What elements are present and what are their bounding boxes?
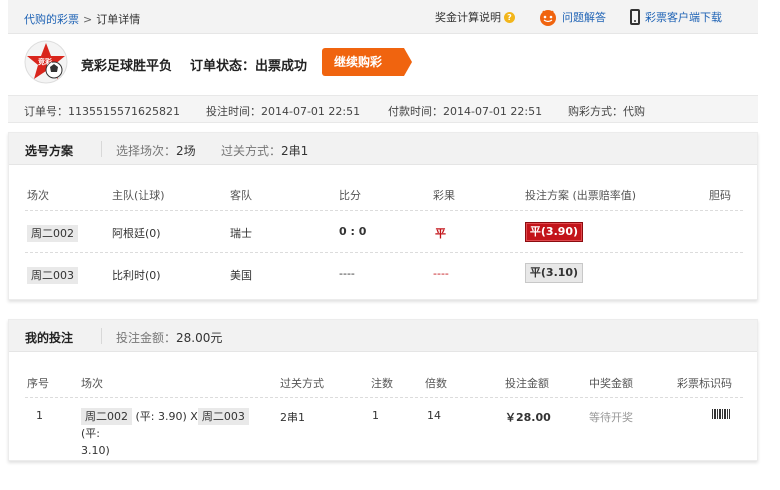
col-multiple: 倍数 (425, 377, 447, 390)
match-id: 周二002 (27, 225, 78, 242)
home-team: 阿根廷(0) (112, 227, 161, 240)
table-row-2: 周二003 (27, 267, 78, 284)
match-odds: 3.10) (81, 444, 110, 457)
bet-amount-value: 28.00元 (176, 331, 223, 345)
bet-match-combo: 周二002 (平: 3.90) X 周二003 (平: 3.10) (81, 408, 271, 459)
my-bet-panel: 我的投注 投注金额：28.00元 序号 场次 过关方式 注数 倍数 投注金额 中… (8, 319, 758, 461)
score: 0 : 0 (339, 225, 367, 238)
barcode-icon[interactable] (712, 409, 730, 419)
match-id: 周二003 (197, 408, 249, 425)
phone-icon (630, 9, 640, 25)
top-bar: 代购的彩票 > 订单详情 奖金计算说明 ? 问题解答 彩票客户端下载 (8, 0, 758, 34)
home-team: 比利时(0) (112, 269, 161, 282)
breadcrumb-separator: > (83, 13, 93, 26)
buy-method: 购彩方式：代购 (568, 105, 645, 118)
order-status-label: 订单状态： (190, 59, 256, 74)
col-home: 主队(让球) (112, 189, 165, 202)
breadcrumb: 代购的彩票 > 订单详情 (24, 11, 140, 27)
multiple: 14 (427, 409, 441, 422)
faq-link[interactable]: 问题解答 (539, 8, 606, 26)
result: 平 (435, 227, 446, 240)
logo-text: 竞彩 (37, 57, 53, 66)
col-away: 客队 (230, 189, 252, 202)
order-status-value: 出票成功 (255, 59, 308, 74)
prize-calc-label: 奖金计算说明 (435, 11, 501, 24)
breadcrumb-root-link[interactable]: 代购的彩票 (24, 13, 79, 26)
match-id: 周二002 (81, 408, 132, 425)
col-bet: 投注方案 (出票赔率值) (525, 189, 637, 202)
result: ---- (433, 267, 449, 280)
score: ---- (339, 267, 355, 280)
pass-value: 2串1 (281, 144, 309, 158)
col-banker: 胆码 (709, 189, 731, 202)
pass-label: 过关方式： (221, 144, 282, 158)
bet-amount-label: 投注金额： (116, 331, 177, 345)
matches-value: 2场 (176, 144, 196, 158)
top-links: 奖金计算说明 ? 问题解答 彩票客户端下载 (411, 8, 722, 26)
bet-option[interactable]: 平(3.10) (525, 263, 583, 283)
row-divider (25, 210, 743, 211)
prize-status: 等待开奖 (589, 411, 633, 424)
order-info-bar: 订单号：1135515571625821 投注时间：2014-07-01 22:… (8, 95, 758, 123)
col-notes: 注数 (371, 377, 393, 390)
col-prize: 中奖金额 (589, 377, 633, 390)
order-number: 订单号：1135515571625821 (24, 105, 180, 118)
selection-title: 选号方案 (25, 144, 74, 158)
away-team: 美国 (230, 269, 252, 282)
col-amount: 投注金额 (505, 377, 549, 390)
bet-amount-cell: ￥28.00 (505, 411, 551, 424)
matches-count: 选择场次：2场 (116, 142, 196, 159)
client-download-label: 彩票客户端下载 (645, 11, 722, 24)
table-row-1: 周二002 (27, 225, 78, 242)
question-icon: ? (504, 11, 515, 23)
matches-label: 选择场次： (116, 144, 177, 158)
bet-option-selected[interactable]: 平(3.90) (525, 222, 583, 242)
away-team: 瑞士 (230, 227, 252, 240)
row-divider (25, 252, 743, 253)
selection-panel-header: 选号方案 选择场次：2场 过关方式：2串1 (9, 133, 757, 165)
col-match: 场次 (81, 377, 103, 390)
match-id: 周二003 (27, 267, 78, 284)
col-pass: 过关方式 (280, 377, 324, 390)
selection-panel: 选号方案 选择场次：2场 过关方式：2串1 场次 主队(让球) 客队 比分 彩果… (8, 132, 758, 300)
pass-method: 过关方式：2串1 (221, 142, 308, 159)
lottery-logo-icon: 竞彩 (24, 40, 68, 84)
page: 代购的彩票 > 订单详情 奖金计算说明 ? 问题解答 彩票客户端下载 竞彩 竞彩… (8, 0, 758, 461)
breadcrumb-current: 订单详情 (96, 13, 141, 26)
header-divider (101, 328, 102, 344)
row-index: 1 (36, 409, 43, 422)
combo-x: X (190, 410, 198, 423)
my-bet-panel-header: 我的投注 投注金额：28.00元 (9, 320, 757, 352)
bet-amount: 投注金额：28.00元 (116, 329, 222, 346)
order-status: 订单状态：出票成功 (190, 55, 307, 74)
notes-count: 1 (372, 409, 379, 422)
faq-label: 问题解答 (562, 11, 606, 24)
bet-time: 投注时间：2014-07-01 22:51 (206, 105, 361, 118)
col-index: 序号 (27, 377, 49, 390)
smiley-face-icon (540, 10, 556, 26)
row-divider (25, 397, 743, 398)
pay-time: 付款时间：2014-07-01 22:51 (388, 105, 543, 118)
match-odds: (平: 3.90) (135, 410, 187, 423)
col-ticket-id: 彩票标识码 (677, 377, 732, 390)
my-bet-title: 我的投注 (25, 331, 74, 345)
lottery-name: 竞彩足球胜平负 (81, 59, 173, 74)
header-divider (101, 141, 102, 157)
col-match: 场次 (27, 189, 49, 202)
col-result: 彩果 (433, 189, 455, 202)
col-score: 比分 (339, 189, 361, 202)
match-odds: (平: (81, 427, 100, 440)
continue-buy-button[interactable]: 继续购彩 (322, 48, 412, 76)
prize-calc-link[interactable]: 奖金计算说明 ? (435, 9, 515, 25)
pass-method: 2串1 (280, 411, 305, 424)
client-download-link[interactable]: 彩票客户端下载 (630, 9, 722, 25)
